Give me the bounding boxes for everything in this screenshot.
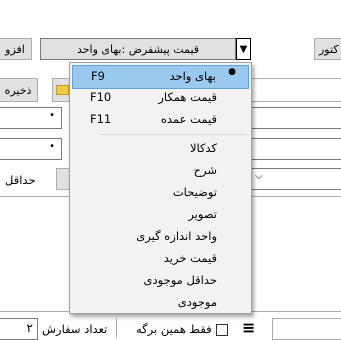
save-button[interactable]: ذخیره (0, 78, 38, 102)
menu-item-unit-of-measure[interactable]: واحد اندازه گیری (72, 226, 249, 248)
min-label: حداقل (5, 173, 36, 187)
add-button[interactable]: افزو (0, 38, 32, 60)
menu-item-min-stock[interactable]: حداقل موجودی (72, 270, 249, 292)
price-type-dropdown-button[interactable]: ▼ (236, 38, 251, 60)
menu-item-label: تصویر (188, 207, 217, 221)
menu-item-description[interactable]: شرح (72, 160, 249, 182)
bottom-right-field[interactable] (272, 318, 341, 340)
right-field-1[interactable] (250, 107, 341, 129)
menu-separator (100, 134, 247, 135)
add-button-label: افزو (5, 42, 25, 56)
menu-item-shortcut: F9 (91, 69, 105, 83)
vector-button[interactable]: کتور (314, 38, 341, 60)
only-same-sheet-checkbox[interactable] (216, 324, 228, 336)
min-option-button[interactable] (56, 168, 70, 190)
right-field-2[interactable] (250, 138, 341, 160)
right-text-area[interactable] (250, 196, 341, 312)
menu-item-notes[interactable]: توضیحات (72, 182, 249, 204)
order-count-label: تعداد سفارش (42, 322, 108, 336)
order-count-field[interactable]: ۲ (0, 318, 38, 340)
menu-item-purchase-price[interactable]: قیمت خرید (72, 248, 249, 270)
menu-item-shortcut: F10 (90, 90, 112, 104)
left-field-2-marker: • (49, 141, 55, 152)
left-field-1-marker: • (49, 110, 55, 121)
left-field-1[interactable]: • (0, 107, 62, 129)
order-count-value: ۲ (26, 321, 33, 335)
vector-button-label: کتور (319, 42, 339, 56)
chevron-down-icon: ⌵ (255, 171, 263, 182)
menu-item-wholesale-price[interactable]: قیمت عمده F11 (72, 109, 249, 131)
menu-item-label: بهای واحد (169, 69, 216, 83)
left-text-area[interactable] (0, 196, 70, 312)
checkmark-icon: ● (228, 67, 236, 77)
menu-item-label: قیمت همکار (158, 90, 217, 104)
list-icon[interactable]: ≡ (242, 318, 255, 337)
menu-item-label: قیمت خرید (163, 251, 217, 265)
menu-item-stock[interactable]: موجودی (72, 292, 249, 314)
menu-item-label: حداقل موجودی (143, 273, 217, 287)
menu-item-label: قیمت عمده (160, 112, 217, 126)
menu-item-image[interactable]: تصویر (72, 204, 249, 226)
chevron-down-icon: ▼ (239, 43, 248, 55)
menu-item-label: شرح (193, 163, 217, 177)
menu-item-label: واحد اندازه گیری (136, 229, 217, 243)
menu-item-unit-price[interactable]: ● بهای واحد F9 (72, 65, 249, 89)
only-same-sheet-label: فقط همین برگه (136, 322, 212, 336)
save-button-label: ذخیره (4, 83, 32, 97)
left-field-2[interactable]: • (0, 138, 62, 160)
menu-item-label: کدکالا (189, 141, 217, 155)
menu-item-partner-price[interactable]: قیمت همکار F10 (72, 87, 249, 109)
right-panel-field-top[interactable] (250, 78, 341, 102)
right-combo[interactable]: ⌵ (250, 168, 341, 190)
divider (116, 318, 117, 338)
price-type-combo-value: قیمت پیشفرض :بهای واحد (76, 42, 200, 56)
price-type-combo[interactable]: قیمت پیشفرض :بهای واحد (40, 38, 236, 60)
price-type-menu: ● بهای واحد F9 قیمت همکار F10 قیمت عمده … (69, 62, 252, 314)
folder-icon (55, 85, 69, 95)
menu-item-label: توضیحات (172, 185, 217, 199)
menu-item-product-code[interactable]: کدکالا (72, 138, 249, 160)
menu-item-label: موجودی (177, 295, 217, 309)
menu-item-shortcut: F11 (90, 112, 112, 126)
